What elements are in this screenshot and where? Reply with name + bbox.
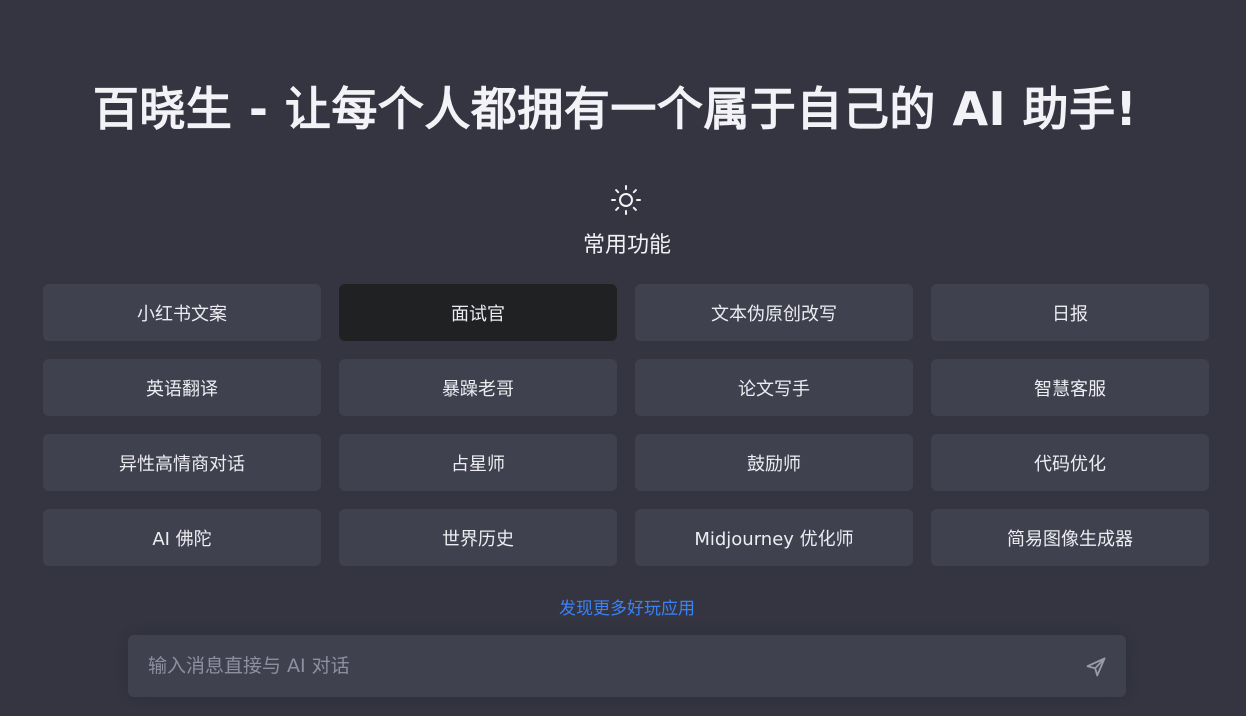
function-card-image-generator[interactable]: 简易图像生成器 [931,509,1209,566]
function-card-code-optimizer[interactable]: 代码优化 [931,434,1209,491]
function-card-smart-support[interactable]: 智慧客服 [931,359,1209,416]
function-card-encourager[interactable]: 鼓励师 [635,434,913,491]
function-grid: 小红书文案 面试官 文本伪原创改写 日报 英语翻译 暴躁老哥 论文写手 智慧客服… [43,284,1210,566]
function-card-grumpy-bro[interactable]: 暴躁老哥 [339,359,617,416]
function-card-interviewer[interactable]: 面试官 [339,284,617,341]
sun-icon [611,185,641,215]
function-card-high-eq-chat[interactable]: 异性高情商对话 [43,434,321,491]
function-card-xiaohongshu-copy[interactable]: 小红书文案 [43,284,321,341]
app-page: 百晓生 - 让每个人都拥有一个属于自己的 AI 助手! 常用功能 小红书文案 面… [0,0,1246,716]
function-card-world-history[interactable]: 世界历史 [339,509,617,566]
function-card-paper-writer[interactable]: 论文写手 [635,359,913,416]
page-title: 百晓生 - 让每个人都拥有一个属于自己的 AI 助手! [92,81,1138,136]
function-card-astrologer[interactable]: 占星师 [339,434,617,491]
chat-input[interactable] [148,635,1048,697]
function-card-daily-report[interactable]: 日报 [931,284,1209,341]
function-card-text-rewrite[interactable]: 文本伪原创改写 [635,284,913,341]
function-card-ai-buddha[interactable]: AI 佛陀 [43,509,321,566]
send-icon[interactable] [1084,655,1108,679]
function-card-english-translation[interactable]: 英语翻译 [43,359,321,416]
function-card-midjourney-optimizer[interactable]: Midjourney 优化师 [635,509,913,566]
discover-more-link[interactable]: 发现更多好玩应用 [0,597,1246,621]
section-title: 常用功能 [582,233,671,258]
chat-input-bar [128,635,1126,697]
